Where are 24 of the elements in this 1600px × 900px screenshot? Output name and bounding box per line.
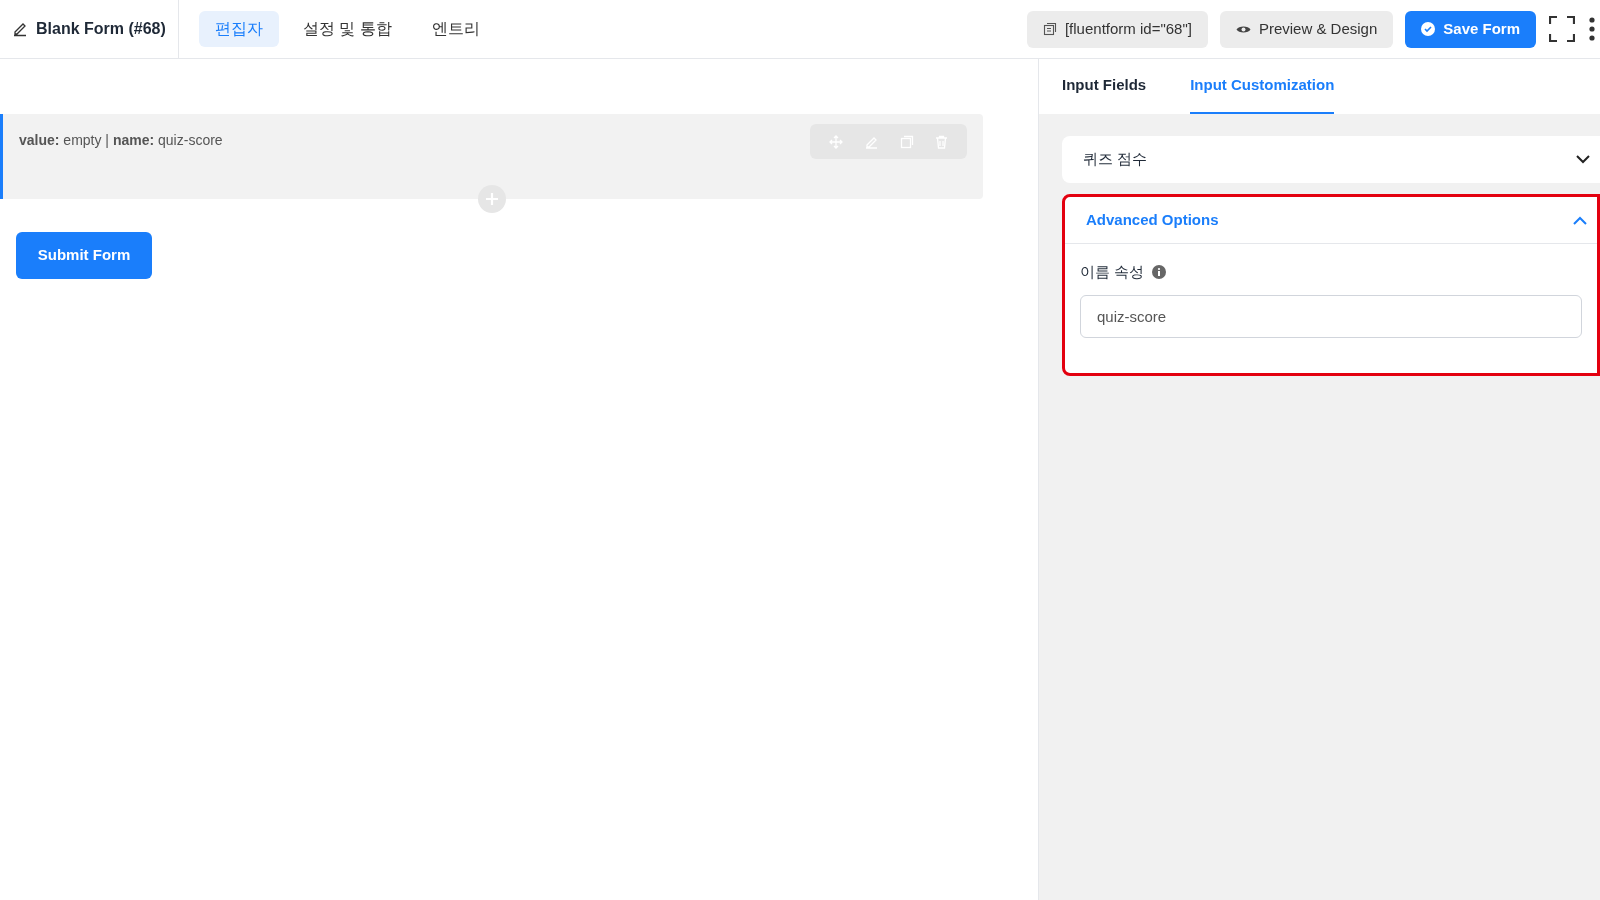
section-title[interactable]: Advanced Options — [1086, 208, 1219, 232]
copy-icon — [1042, 22, 1057, 36]
chevron-down-icon[interactable] — [1576, 155, 1590, 164]
plus-icon — [485, 193, 498, 205]
submit-form-button[interactable]: Submit Form — [16, 232, 152, 279]
fullscreen-button[interactable] — [1548, 15, 1576, 43]
nav-tab[interactable]: 엔트리 — [415, 11, 496, 47]
pencil-icon — [12, 21, 28, 37]
info-icon[interactable] — [1152, 265, 1167, 280]
more-options-button[interactable] — [1588, 16, 1596, 42]
chevron-up-icon[interactable] — [1573, 215, 1587, 225]
form-title: Blank Form (#68) — [36, 19, 166, 39]
section-title[interactable]: 퀴즈 점수 — [1083, 148, 1148, 171]
sidebar-tab[interactable]: Input Fields — [1062, 59, 1147, 114]
preview-design-button[interactable]: Preview & Design — [1219, 10, 1394, 48]
check-circle-icon — [1421, 22, 1436, 36]
name-attribute-input[interactable]: quiz-score — [1080, 294, 1582, 338]
add-field-button[interactable] — [477, 185, 506, 213]
nav-tab[interactable]: 설정 및 통합 — [286, 11, 408, 47]
field-summary: value: empty | name: quiz-score — [19, 131, 223, 150]
shortcode-button[interactable]: [fluentform id="68"] — [1026, 10, 1208, 48]
field-label: 이름 속성 — [1080, 262, 1145, 282]
save-form-button[interactable]: Save Form — [1405, 10, 1536, 48]
sidebar-tab[interactable]: Input Customization — [1190, 59, 1335, 114]
